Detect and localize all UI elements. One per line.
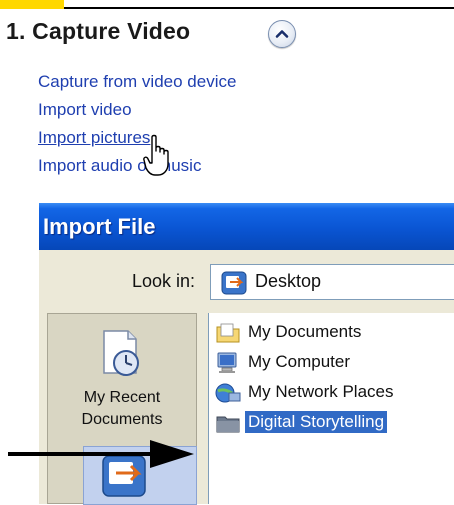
network-icon: [215, 383, 241, 403]
places-bar: My Recent Documents: [47, 313, 197, 505]
recent-documents-icon: [103, 330, 139, 376]
folder-icon: [216, 416, 240, 433]
file-list: My Documents My Computer My Network Plac…: [208, 313, 454, 504]
section-title: 1. Capture Video: [6, 18, 191, 44]
dialog-title: Import File: [39, 203, 454, 250]
task-capture-from-device-link[interactable]: Capture from video device: [38, 70, 236, 98]
place-my-recent-documents[interactable]: My Recent Documents: [48, 314, 196, 444]
task-import-video-link[interactable]: Import video: [38, 98, 236, 126]
divider-line: [64, 7, 454, 9]
look-in-label: Look in:: [132, 271, 196, 291]
hand-cursor-icon: [143, 134, 169, 176]
pointer-arrow: [8, 440, 194, 468]
collapse-button[interactable]: [268, 20, 296, 48]
folder-icon: [216, 323, 240, 343]
task-import-audio-link[interactable]: Import audio or music: [38, 154, 236, 182]
task-links: Capture from video device Import video I…: [38, 70, 236, 182]
place-recent-label: My Recent Documents: [81, 389, 163, 428]
chevron-up-icon: [275, 30, 289, 38]
desktop-icon: [221, 271, 247, 295]
computer-icon: [217, 352, 237, 373]
look-in-value: Desktop: [255, 271, 322, 291]
look-in-dropdown[interactable]: Desktop: [210, 264, 454, 300]
task-import-pictures-link[interactable]: Import pictures: [38, 126, 236, 154]
highlight-tab: [0, 0, 64, 9]
